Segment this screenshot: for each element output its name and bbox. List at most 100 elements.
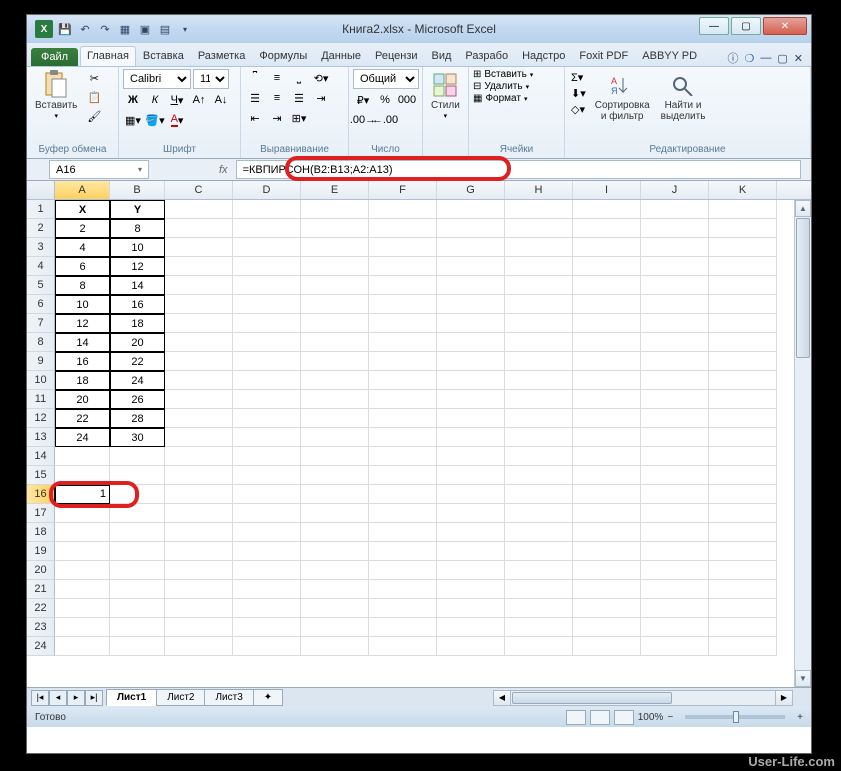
column-header[interactable]: J bbox=[641, 181, 709, 199]
zoom-in-icon[interactable]: + bbox=[797, 712, 803, 723]
font-name-select[interactable]: Calibri bbox=[123, 69, 191, 89]
cell[interactable] bbox=[573, 352, 641, 371]
cell[interactable] bbox=[369, 352, 437, 371]
ribbon-tab[interactable]: Вставка bbox=[136, 46, 191, 66]
cell[interactable] bbox=[505, 314, 573, 333]
cell[interactable] bbox=[233, 599, 301, 618]
cell[interactable] bbox=[573, 276, 641, 295]
row-header[interactable]: 20 bbox=[27, 561, 55, 580]
cell[interactable] bbox=[505, 523, 573, 542]
cell[interactable] bbox=[573, 618, 641, 637]
row-header[interactable]: 16 bbox=[27, 485, 55, 504]
insert-cells-button[interactable]: ⊞Вставить▾ bbox=[473, 69, 533, 80]
styles-button[interactable]: Стили ▾ bbox=[427, 69, 464, 122]
cell[interactable] bbox=[437, 447, 505, 466]
cell[interactable] bbox=[369, 409, 437, 428]
scroll-right-icon[interactable]: ▶ bbox=[775, 691, 792, 705]
column-header[interactable]: G bbox=[437, 181, 505, 199]
find-select-button[interactable]: Найти и выделить bbox=[657, 69, 710, 124]
ribbon-tab[interactable]: Foxit PDF bbox=[572, 46, 635, 66]
cell[interactable] bbox=[641, 352, 709, 371]
cell[interactable] bbox=[301, 276, 369, 295]
fill-icon[interactable]: ⬇▾ bbox=[571, 87, 586, 100]
row-header[interactable]: 10 bbox=[27, 371, 55, 390]
cell[interactable] bbox=[165, 561, 233, 580]
cell[interactable] bbox=[709, 219, 777, 238]
cell[interactable]: 2 bbox=[55, 219, 110, 238]
cell[interactable] bbox=[573, 314, 641, 333]
cell[interactable] bbox=[165, 542, 233, 561]
cell[interactable] bbox=[505, 333, 573, 352]
cell[interactable] bbox=[505, 580, 573, 599]
cell[interactable] bbox=[165, 390, 233, 409]
cell[interactable] bbox=[709, 276, 777, 295]
row-header[interactable]: 6 bbox=[27, 295, 55, 314]
comma-icon[interactable]: 000 bbox=[397, 91, 417, 109]
cell[interactable] bbox=[55, 504, 110, 523]
cell[interactable] bbox=[165, 295, 233, 314]
cell[interactable] bbox=[505, 295, 573, 314]
cell[interactable] bbox=[573, 390, 641, 409]
cell[interactable] bbox=[641, 637, 709, 656]
cell[interactable] bbox=[369, 504, 437, 523]
cell[interactable] bbox=[437, 390, 505, 409]
cell[interactable] bbox=[573, 599, 641, 618]
cell[interactable] bbox=[301, 542, 369, 561]
cell[interactable] bbox=[505, 276, 573, 295]
ribbon-tab[interactable]: ABBYY PD bbox=[635, 46, 704, 66]
cell[interactable] bbox=[110, 561, 165, 580]
cell[interactable]: 8 bbox=[110, 219, 165, 238]
cell[interactable] bbox=[233, 371, 301, 390]
align-top-icon[interactable]: ⎴ bbox=[245, 69, 265, 87]
cell[interactable] bbox=[573, 561, 641, 580]
cell[interactable] bbox=[709, 466, 777, 485]
cell[interactable] bbox=[301, 409, 369, 428]
cell[interactable] bbox=[369, 371, 437, 390]
cell[interactable] bbox=[709, 390, 777, 409]
cell[interactable] bbox=[573, 333, 641, 352]
cell[interactable] bbox=[301, 295, 369, 314]
cell[interactable] bbox=[641, 523, 709, 542]
percent-icon[interactable]: % bbox=[375, 91, 395, 109]
cell[interactable] bbox=[641, 504, 709, 523]
cell[interactable] bbox=[165, 352, 233, 371]
row-header[interactable]: 15 bbox=[27, 466, 55, 485]
cell[interactable]: 4 bbox=[55, 238, 110, 257]
cell[interactable] bbox=[505, 466, 573, 485]
cell[interactable] bbox=[110, 447, 165, 466]
ribbon-tab[interactable]: Надстро bbox=[515, 46, 572, 66]
cell[interactable]: 14 bbox=[55, 333, 110, 352]
cell[interactable] bbox=[437, 618, 505, 637]
zoom-out-icon[interactable]: − bbox=[667, 712, 673, 723]
cell[interactable] bbox=[505, 637, 573, 656]
cell[interactable]: 8 bbox=[55, 276, 110, 295]
cell[interactable] bbox=[233, 428, 301, 447]
qat-icon[interactable]: ▤ bbox=[157, 21, 173, 37]
cell[interactable] bbox=[301, 447, 369, 466]
indent-dec-icon[interactable]: ⇤ bbox=[245, 109, 265, 127]
cell[interactable]: 10 bbox=[55, 295, 110, 314]
cell[interactable]: 26 bbox=[110, 390, 165, 409]
cell[interactable] bbox=[369, 542, 437, 561]
cells-area[interactable]: XY28410612814101612181420162218242026222… bbox=[55, 200, 777, 656]
row-header[interactable]: 14 bbox=[27, 447, 55, 466]
increase-font-icon[interactable]: A↑ bbox=[189, 91, 209, 109]
column-header[interactable]: D bbox=[233, 181, 301, 199]
cell[interactable] bbox=[437, 352, 505, 371]
cell[interactable] bbox=[369, 200, 437, 219]
cell[interactable] bbox=[573, 238, 641, 257]
cell[interactable] bbox=[505, 485, 573, 504]
cell[interactable] bbox=[505, 409, 573, 428]
column-header[interactable]: A bbox=[55, 181, 110, 199]
cell[interactable] bbox=[709, 257, 777, 276]
sheet-tab[interactable]: Лист1 bbox=[106, 689, 157, 706]
scroll-up-icon[interactable]: ▲ bbox=[795, 200, 811, 217]
copy-icon[interactable]: 📋 bbox=[84, 88, 104, 106]
wrap-text-icon[interactable]: ⇥ bbox=[311, 89, 331, 107]
currency-icon[interactable]: ₽▾ bbox=[353, 91, 373, 109]
column-header[interactable]: C bbox=[165, 181, 233, 199]
cell[interactable] bbox=[110, 466, 165, 485]
sheet-nav-prev-icon[interactable]: ◂ bbox=[49, 690, 67, 706]
cell[interactable] bbox=[165, 428, 233, 447]
indent-inc-icon[interactable]: ⇥ bbox=[267, 109, 287, 127]
